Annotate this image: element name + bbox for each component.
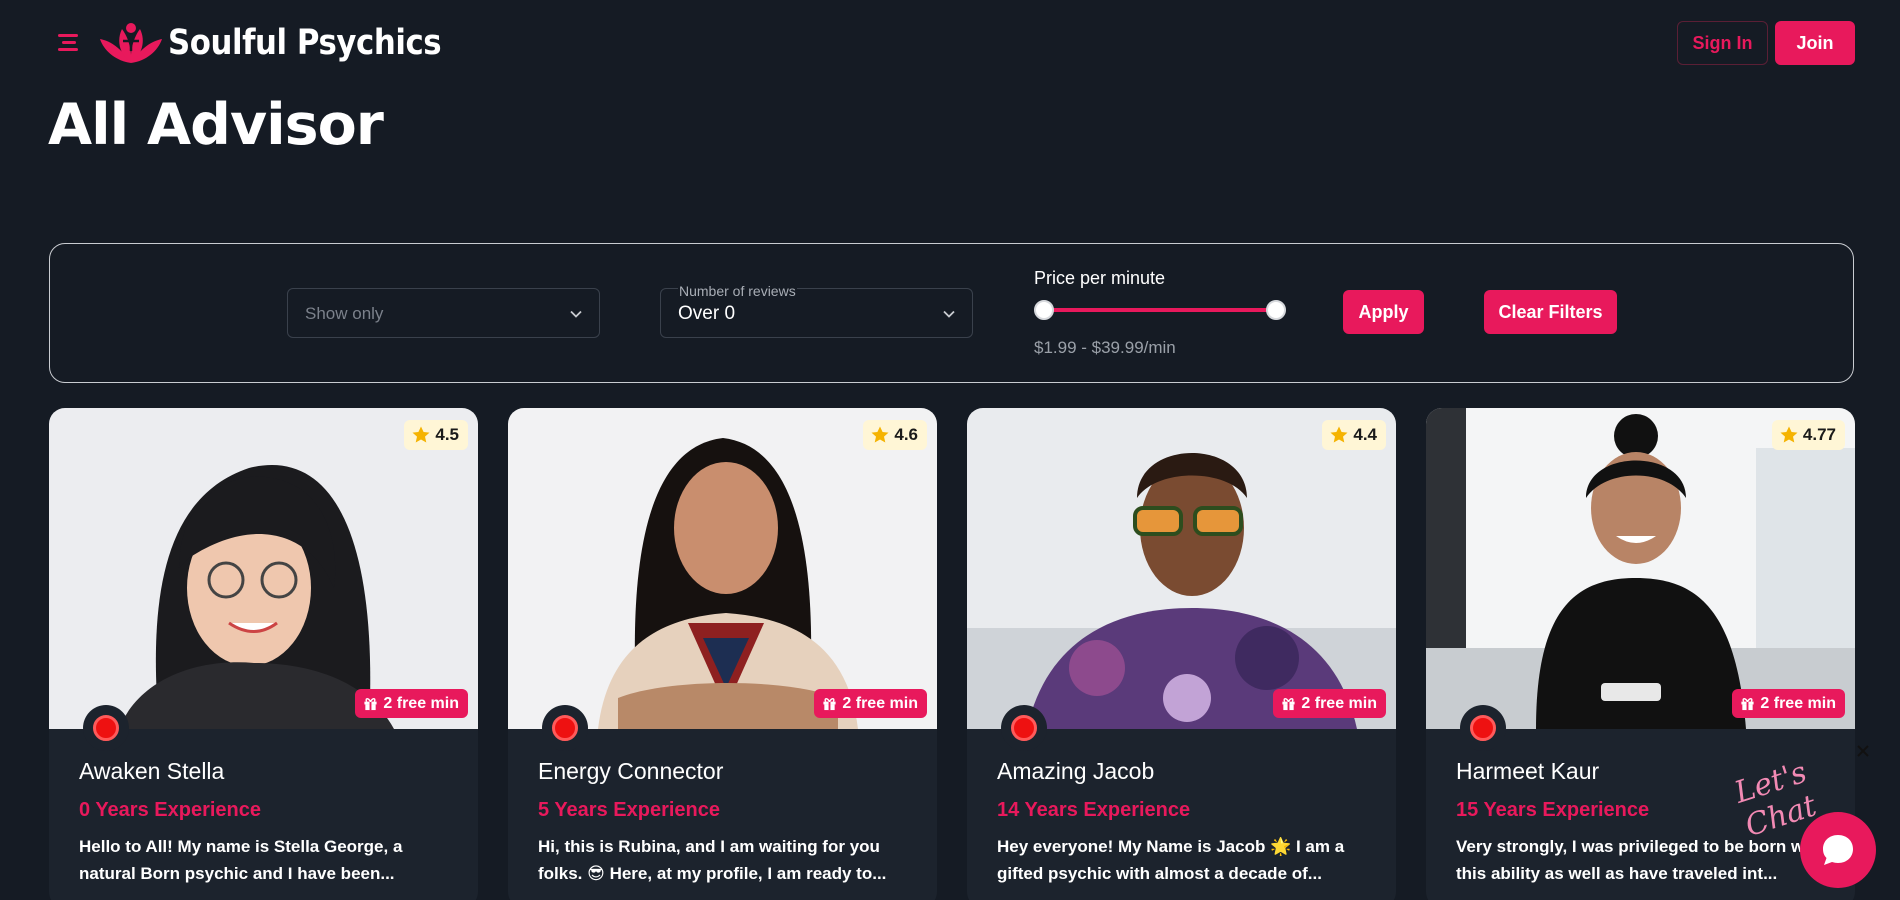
filter-bar: Show only Number of reviews Over 0 Price… bbox=[49, 243, 1854, 383]
price-range-text: $1.99 - $39.99/min bbox=[1034, 338, 1176, 357]
price-slider-track bbox=[1042, 308, 1278, 312]
rating-badge: 4.5 bbox=[404, 420, 468, 450]
free-minutes-label: 2 free min bbox=[383, 694, 459, 712]
free-minutes-label: 2 free min bbox=[842, 694, 918, 712]
site-header: Soulful Psychics Sign In Join bbox=[0, 0, 1900, 86]
price-slider-max-thumb[interactable] bbox=[1266, 300, 1286, 320]
online-status-icon bbox=[542, 705, 588, 751]
advisor-experience: 14 Years Experience bbox=[997, 799, 1191, 821]
free-minutes-badge: 2 free min bbox=[1732, 689, 1845, 718]
reviews-value: Over 0 bbox=[678, 303, 736, 324]
advisor-bio: Hey everyone! My Name is Jacob 🌟 I am a … bbox=[997, 837, 1345, 883]
rating-value: 4.6 bbox=[894, 425, 918, 444]
chat-bubble-icon bbox=[1823, 835, 1853, 865]
advisor-experience: 0 Years Experience bbox=[79, 799, 261, 821]
join-button[interactable]: Join bbox=[1775, 21, 1855, 65]
star-icon bbox=[1780, 426, 1798, 443]
free-minutes-label: 2 free min bbox=[1760, 694, 1836, 712]
chat-button[interactable] bbox=[1800, 812, 1876, 888]
advisor-photo[interactable]: 4.6 2 free min bbox=[508, 408, 937, 729]
advisor-card[interactable]: 4.5 2 free min Awaken Stella 0 Years Exp… bbox=[49, 408, 478, 900]
gift-icon bbox=[1741, 698, 1754, 711]
free-minutes-badge: 2 free min bbox=[1273, 689, 1386, 718]
online-status-icon bbox=[1001, 705, 1047, 751]
chevron-down-icon bbox=[570, 310, 582, 318]
advisor-card[interactable]: 4.6 2 free min Energy Connector 5 Years … bbox=[508, 408, 937, 900]
advisor-bio: Hello to All! My name is Stella George, … bbox=[79, 837, 403, 883]
lotus-logo-icon bbox=[100, 23, 162, 63]
star-icon bbox=[1330, 426, 1348, 443]
advisor-name[interactable]: Energy Connector bbox=[538, 758, 723, 785]
rating-value: 4.4 bbox=[1353, 425, 1377, 444]
advisor-name[interactable]: Amazing Jacob bbox=[997, 758, 1154, 785]
apply-button[interactable]: Apply bbox=[1343, 290, 1424, 334]
brand-logo[interactable]: Soulful Psychics bbox=[98, 18, 478, 68]
advisor-photo[interactable]: 4.4 2 free min bbox=[967, 408, 1396, 729]
rating-value: 4.5 bbox=[435, 425, 459, 444]
show-only-select[interactable]: Show only bbox=[287, 288, 600, 338]
brand-name: Soulful Psychics bbox=[168, 23, 442, 63]
free-minutes-badge: 2 free min bbox=[814, 689, 927, 718]
gift-icon bbox=[364, 698, 377, 711]
advisor-photo[interactable]: 4.5 2 free min bbox=[49, 408, 478, 729]
rating-badge: 4.77 bbox=[1771, 420, 1845, 450]
page-title: All Advisor bbox=[48, 92, 384, 158]
advisor-photo[interactable]: 4.77 2 free min bbox=[1426, 408, 1855, 729]
advisor-experience: 15 Years Experience bbox=[1456, 799, 1650, 821]
chevron-down-icon bbox=[943, 310, 955, 318]
advisor-experience: 5 Years Experience bbox=[538, 799, 720, 821]
reviews-label: Number of reviews bbox=[678, 283, 797, 299]
price-label: Price per minute bbox=[1034, 268, 1166, 288]
advisor-name[interactable]: Awaken Stella bbox=[79, 758, 224, 785]
online-status-icon bbox=[1460, 705, 1506, 751]
gift-icon bbox=[1282, 698, 1295, 711]
star-icon bbox=[871, 426, 889, 443]
menu-icon[interactable] bbox=[58, 34, 80, 52]
free-minutes-label: 2 free min bbox=[1301, 694, 1377, 712]
star-icon bbox=[412, 426, 430, 443]
advisor-card[interactable]: 4.4 2 free min Amazing Jacob 14 Years Ex… bbox=[967, 408, 1396, 900]
price-slider[interactable] bbox=[1034, 298, 1286, 322]
advisor-bio: Very strongly, I was privileged to be bo… bbox=[1456, 837, 1826, 883]
advisor-name[interactable]: Harmeet Kaur bbox=[1456, 758, 1599, 785]
gift-icon bbox=[823, 698, 836, 711]
advisor-bio: Hi, this is Rubina, and I am waiting for… bbox=[538, 837, 887, 883]
reviews-select[interactable]: Number of reviews Over 0 bbox=[660, 283, 973, 338]
rating-value: 4.77 bbox=[1802, 425, 1836, 444]
free-minutes-badge: 2 free min bbox=[355, 689, 468, 718]
clear-filters-button[interactable]: Clear Filters bbox=[1484, 290, 1617, 334]
price-slider-min-thumb[interactable] bbox=[1034, 300, 1054, 320]
rating-badge: 4.4 bbox=[1322, 420, 1386, 450]
show-only-placeholder: Show only bbox=[305, 304, 384, 323]
rating-badge: 4.6 bbox=[863, 420, 927, 450]
online-status-icon bbox=[83, 705, 129, 751]
sign-in-button[interactable]: Sign In bbox=[1677, 21, 1768, 65]
